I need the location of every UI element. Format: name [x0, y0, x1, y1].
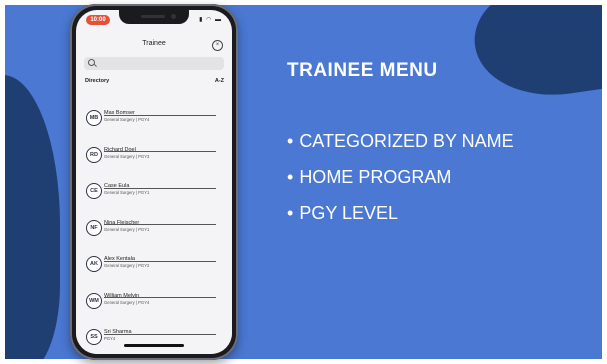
trainee-list: MB Max Bomser General Surgery | PGY4 RD Rich…	[76, 100, 232, 354]
bullet-dot: •	[287, 203, 294, 223]
decorative-blob-left	[5, 75, 60, 359]
slide-heading: TRAINEE MENU	[287, 60, 438, 81]
avatar: SS	[86, 329, 102, 345]
speaker-grille	[141, 15, 165, 18]
row-divider	[104, 297, 216, 298]
phone-screen: 10:00 ▮ ◠ ▬ Trainee × Directory A-Z MB Ma…	[76, 10, 232, 354]
trainee-row[interactable]: AK Alex Kentala General Surgery | PGY2	[76, 246, 232, 283]
bullet-list: • CATEGORIZED BY NAME • HOME PROGRAM • PGY …	[287, 128, 514, 236]
trainee-name: Nina Fleischer	[104, 219, 140, 226]
camera-dot	[171, 14, 176, 19]
status-time: 10:00	[86, 15, 110, 25]
trainee-name: Case Eula	[104, 183, 130, 189]
trainee-row[interactable]: CE Case Eula General Surgery | PGY1	[76, 173, 232, 210]
trainee-detail: PGY4	[104, 336, 116, 341]
row-divider	[104, 260, 216, 262]
search-input[interactable]	[84, 57, 224, 70]
bullet-item: • CATEGORIZED BY NAME	[287, 128, 514, 164]
bullet-text: HOME PROGRAM	[299, 167, 452, 187]
directory-label: Directory	[85, 78, 110, 84]
trainee-row[interactable]: MB Max Bomser General Surgery | PGY4	[76, 100, 232, 137]
row-divider	[104, 224, 216, 225]
trainee-detail: General Surgery | PGY2	[104, 263, 150, 268]
trainee-detail: General Surgery | PGY4	[104, 299, 150, 305]
bullet-text: CATEGORIZED BY NAME	[299, 131, 514, 151]
search-icon	[88, 59, 95, 66]
trainee-name: Richard Doel	[104, 146, 136, 153]
phone-notch	[119, 10, 189, 24]
bullet-item: • PGY LEVEL	[287, 200, 514, 236]
screen-title: Trainee	[142, 40, 166, 47]
trainee-name: William Melvin	[104, 292, 140, 299]
avatar: WM	[86, 292, 102, 309]
avatar: MB	[86, 110, 102, 126]
trainee-name: Max Bomser	[104, 110, 135, 116]
trainee-detail: General Surgery | PGY1	[104, 226, 150, 232]
trainee-row[interactable]: WM William Melvin General Surgery | PGY4	[76, 282, 232, 319]
status-icons: ▮ ◠ ▬	[199, 17, 222, 23]
row-divider	[104, 187, 216, 189]
avatar: RD	[86, 146, 102, 163]
bullet-dot: •	[287, 131, 294, 151]
row-divider	[104, 333, 216, 335]
home-indicator	[124, 344, 184, 347]
avatar: AK	[86, 256, 102, 272]
trainee-detail: General Surgery | PGY3	[104, 153, 150, 159]
row-divider	[104, 114, 216, 116]
trainee-name: Sri Sharma	[104, 329, 132, 335]
phone-mockup: 10:00 ▮ ◠ ▬ Trainee × Directory A-Z MB Ma…	[70, 4, 238, 360]
trainee-name: Alex Kentala	[104, 256, 135, 262]
row-divider	[104, 151, 216, 152]
trainee-detail: General Surgery | PGY4	[104, 117, 150, 122]
trainee-row[interactable]: RD Richard Doel General Surgery | PGY3	[76, 136, 232, 173]
bullet-item: • HOME PROGRAM	[287, 164, 514, 200]
trainee-detail: General Surgery | PGY1	[104, 190, 150, 195]
trainee-row[interactable]: SS Sri Sharma PGY4	[76, 319, 232, 354]
sort-az-button[interactable]: A-Z	[215, 78, 224, 84]
bullet-text: PGY LEVEL	[299, 203, 399, 223]
decorative-blob-top-right	[468, 5, 602, 106]
avatar: NF	[86, 219, 102, 236]
close-icon[interactable]: ×	[212, 40, 223, 51]
trainee-row[interactable]: NF Nina Fleischer General Surgery | PGY1	[76, 209, 232, 246]
bullet-dot: •	[287, 167, 294, 187]
avatar: CE	[86, 183, 102, 199]
